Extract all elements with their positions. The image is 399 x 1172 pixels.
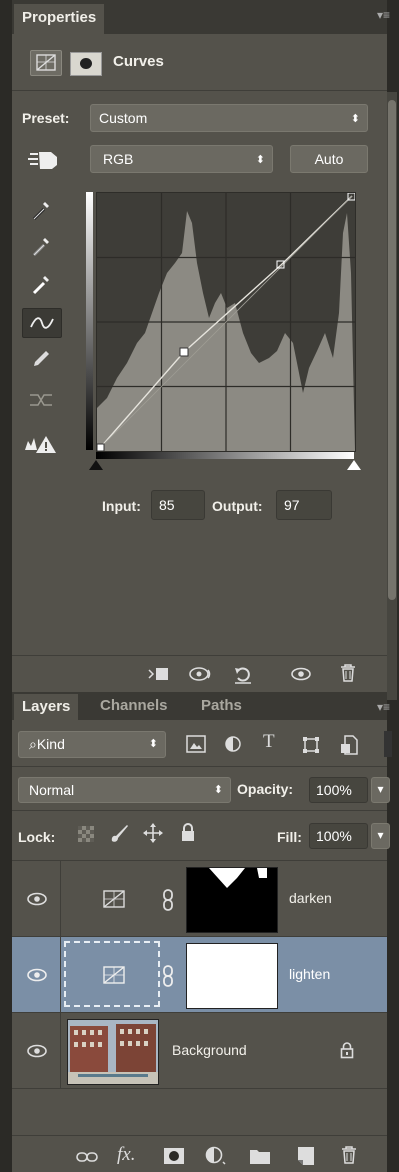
- opacity-dropdown-button[interactable]: ▾: [371, 777, 390, 803]
- link-chain-icon[interactable]: [162, 964, 174, 988]
- blend-mode-dropdown[interactable]: Normal ⬍: [18, 777, 231, 803]
- black-point-slider[interactable]: [89, 460, 103, 470]
- reset-icon[interactable]: [232, 663, 254, 690]
- opacity-label: Opacity:: [237, 781, 294, 797]
- lock-paint-icon[interactable]: [108, 822, 130, 849]
- lock-move-icon[interactable]: [143, 823, 163, 848]
- input-label: Input:: [102, 498, 141, 514]
- clipping-warning-icon[interactable]: [22, 430, 60, 458]
- auto-button[interactable]: Auto: [290, 145, 368, 173]
- input-gradient-bar: [96, 452, 354, 459]
- fill-field[interactable]: 100%: [309, 823, 368, 849]
- dropdown-arrows-icon: ⬍: [350, 113, 360, 125]
- curves-adjustment-icon: [103, 890, 125, 908]
- layer-name: darken: [289, 890, 332, 906]
- divider: [12, 766, 387, 767]
- tab-channels[interactable]: Channels: [100, 697, 168, 714]
- curve-point-icon[interactable]: [22, 308, 62, 338]
- layer-name: Background: [172, 1042, 247, 1058]
- view-previous-icon[interactable]: [188, 665, 214, 688]
- visibility-icon[interactable]: [290, 667, 312, 686]
- preset-dropdown[interactable]: Custom ⬍: [90, 104, 368, 132]
- adjustment-filter-icon[interactable]: [225, 736, 241, 757]
- layer-row-lighten[interactable]: lighten: [12, 937, 387, 1013]
- divider: [12, 1135, 387, 1136]
- curves-adjustment-icon: [103, 966, 125, 984]
- filter-toggle[interactable]: [384, 731, 392, 757]
- fill-dropdown-button[interactable]: ▾: [371, 823, 390, 849]
- black-eyedropper-icon[interactable]: [22, 196, 60, 224]
- tab-properties[interactable]: Properties: [14, 4, 105, 34]
- properties-scrollbar[interactable]: [387, 92, 397, 700]
- curves-graph[interactable]: [96, 192, 356, 452]
- tab-paths[interactable]: Paths: [201, 697, 242, 714]
- hand-target-icon[interactable]: [26, 148, 62, 172]
- input-field[interactable]: 85: [151, 490, 205, 520]
- new-layer-icon[interactable]: [297, 1146, 315, 1166]
- tab-layers[interactable]: Layers: [14, 694, 79, 720]
- panel-menu-icon[interactable]: ▾≡: [377, 700, 390, 714]
- layer-row-background[interactable]: Background: [12, 1013, 387, 1089]
- visibility-icon[interactable]: [26, 892, 48, 906]
- white-eyedropper-icon[interactable]: [22, 270, 60, 298]
- preset-label: Preset:: [22, 110, 70, 126]
- link-chain-icon[interactable]: [162, 888, 174, 912]
- output-field[interactable]: 97: [276, 490, 332, 520]
- type-filter-icon[interactable]: T: [263, 731, 275, 753]
- search-icon: ⌕: [29, 736, 37, 752]
- divider: [12, 655, 387, 656]
- shape-filter-icon[interactable]: [302, 736, 320, 759]
- output-label: Output:: [212, 498, 263, 514]
- link-layers-icon[interactable]: [76, 1151, 98, 1163]
- lock-transparent-icon[interactable]: [78, 826, 94, 842]
- gray-eyedropper-icon[interactable]: [22, 232, 60, 260]
- layer-image-thumbnail[interactable]: [67, 1019, 159, 1085]
- dropdown-arrows-icon: ⬍: [213, 784, 223, 796]
- lock-icon: [340, 1042, 354, 1059]
- layer-mask-thumbnail[interactable]: [186, 867, 278, 933]
- channel-value: RGB: [103, 151, 134, 167]
- filter-kind-value: Kind: [36, 736, 65, 752]
- lock-label: Lock:: [18, 829, 56, 845]
- blend-mode-value: Normal: [29, 782, 75, 798]
- fill-label: Fill:: [277, 829, 302, 845]
- dropdown-arrows-icon: ⬍: [255, 154, 265, 166]
- image-filter-icon[interactable]: [186, 735, 206, 758]
- opacity-field[interactable]: 100%: [309, 777, 368, 803]
- clip-to-layer-icon[interactable]: [147, 665, 171, 688]
- dropdown-arrows-icon: ⬍: [148, 738, 158, 750]
- new-group-icon[interactable]: [249, 1147, 271, 1165]
- add-mask-icon[interactable]: [163, 1147, 185, 1165]
- pencil-icon[interactable]: [22, 344, 60, 372]
- output-gradient-bar: [86, 192, 93, 450]
- smart-object-filter-icon[interactable]: [340, 735, 358, 760]
- trash-icon[interactable]: [340, 1145, 358, 1165]
- layer-name: lighten: [289, 966, 331, 982]
- fx-icon[interactable]: fx.: [117, 1144, 135, 1166]
- divider: [12, 90, 387, 91]
- visibility-icon[interactable]: [26, 968, 48, 982]
- divider: [12, 810, 387, 811]
- mask-icon[interactable]: [70, 52, 102, 76]
- new-adjustment-icon[interactable]: [205, 1146, 227, 1166]
- curves-adjustment-icon: [30, 50, 62, 76]
- visibility-icon[interactable]: [26, 1044, 48, 1058]
- channel-dropdown[interactable]: RGB ⬍: [90, 145, 273, 173]
- white-point-slider[interactable]: [347, 460, 361, 470]
- trash-icon[interactable]: [339, 663, 357, 688]
- panel-menu-icon[interactable]: ▾≡: [377, 8, 390, 22]
- smooth-icon[interactable]: [22, 386, 60, 414]
- layer-mask-thumbnail[interactable]: [186, 943, 278, 1009]
- adjustment-title: Curves: [113, 53, 164, 70]
- layer-row-darken[interactable]: darken: [12, 861, 387, 937]
- preset-value: Custom: [99, 110, 148, 126]
- lock-all-icon[interactable]: [180, 822, 196, 847]
- filter-kind-dropdown[interactable]: ⌕Kind ⬍: [18, 731, 166, 758]
